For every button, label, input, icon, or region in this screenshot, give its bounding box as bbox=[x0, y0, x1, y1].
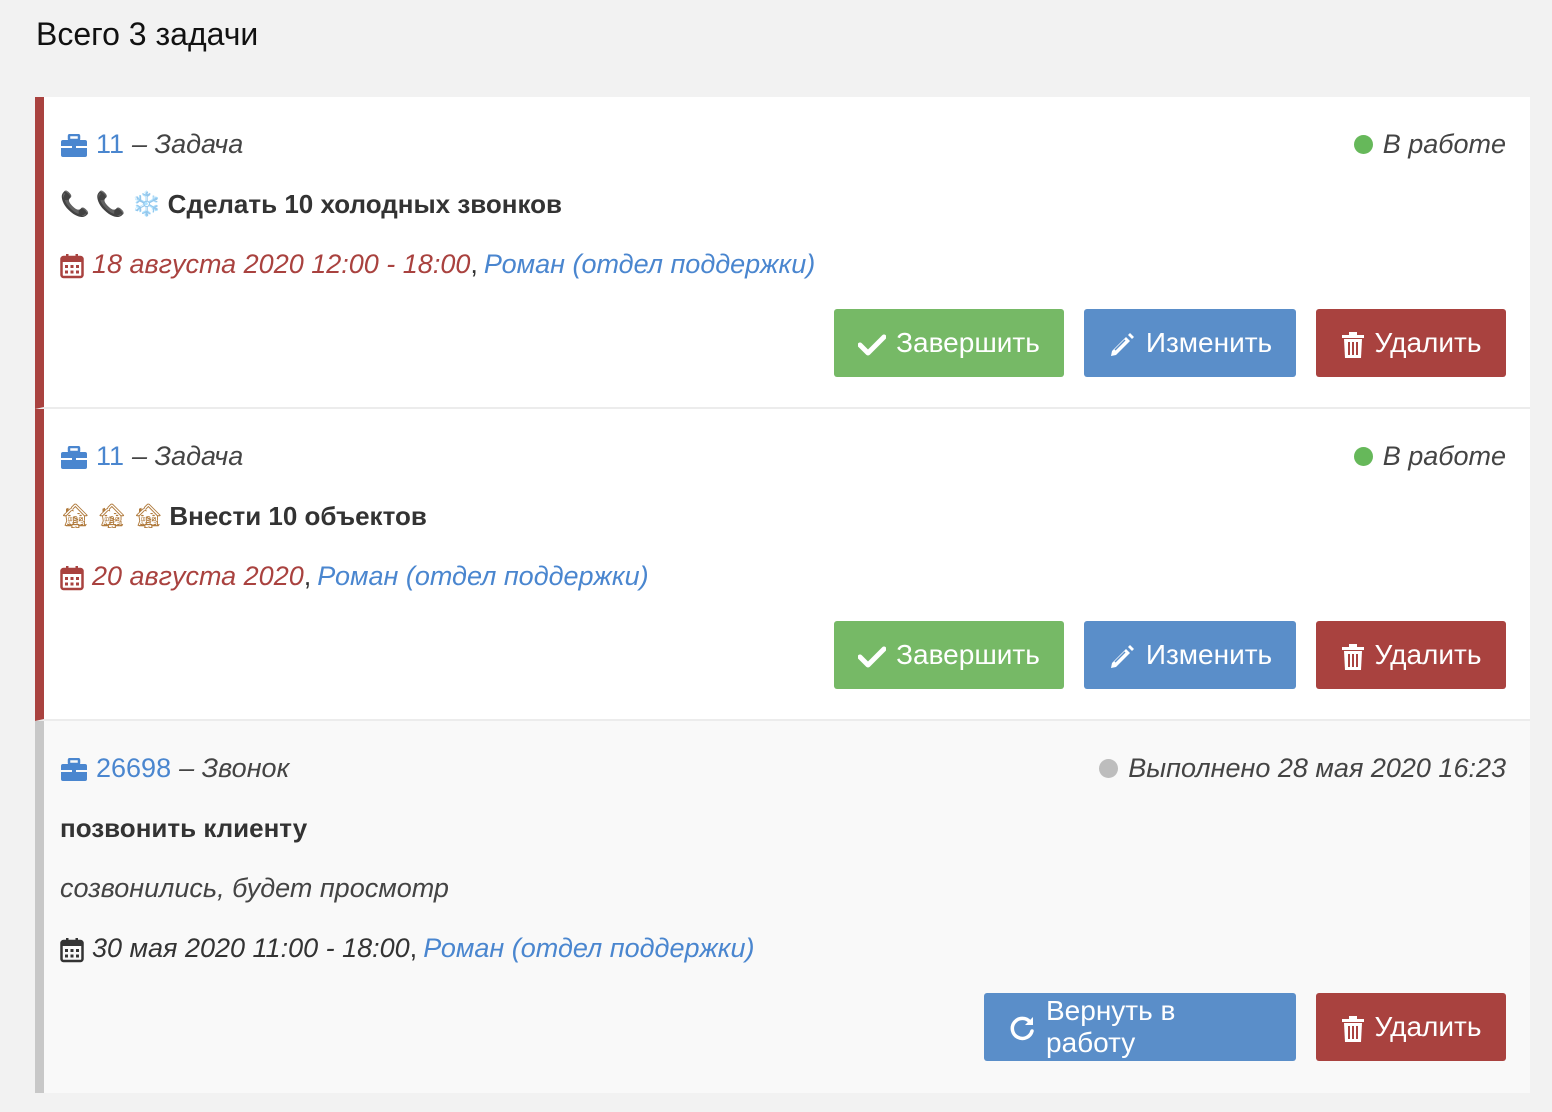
task-card: 11 – Задача В работе 📞 📞 ❄️ Сделать 10 х… bbox=[35, 97, 1530, 409]
task-meta-row: 20 августа 2020 , Роман (отдел поддержки… bbox=[60, 558, 1506, 594]
task-header: 11 – Задача В работе bbox=[60, 438, 1506, 474]
refresh-icon bbox=[1008, 1011, 1036, 1043]
delete-button-label: Удалить bbox=[1374, 1011, 1482, 1042]
phone-icon: 📞 bbox=[60, 190, 90, 218]
edit-button[interactable]: Изменить bbox=[1084, 309, 1296, 377]
complete-button[interactable]: Завершить bbox=[834, 309, 1064, 377]
task-meta-row: 18 августа 2020 12:00 - 18:00 , Роман (о… bbox=[60, 246, 1506, 282]
task-date: 30 мая 2020 11:00 - 18:00 bbox=[92, 933, 410, 963]
task-type: – Задача bbox=[132, 129, 244, 159]
trash-icon bbox=[1341, 639, 1365, 671]
task-title-row: 🏚 🏚 🏚 Внести 10 объектов bbox=[60, 498, 1506, 534]
task-header: 26698 – Звонок Выполнено 28 мая 2020 16:… bbox=[60, 750, 1506, 786]
complete-button-label: Завершить bbox=[896, 327, 1040, 358]
reopen-button-label: Вернуть в работу bbox=[1046, 995, 1176, 1058]
task-list: 11 – Задача В работе 📞 📞 ❄️ Сделать 10 х… bbox=[35, 97, 1530, 1093]
edit-button[interactable]: Изменить bbox=[1084, 621, 1296, 689]
status-badge: В работе bbox=[1353, 438, 1506, 474]
task-title-row: позвонить клиенту bbox=[60, 810, 1506, 846]
task-comment-row: созвонились, будет просмотр bbox=[60, 870, 1506, 906]
task-card: 11 – Задача В работе 🏚 🏚 🏚 Внести 10 объ… bbox=[35, 409, 1530, 721]
trash-icon bbox=[1341, 1011, 1365, 1043]
task-card: 26698 – Звонок Выполнено 28 мая 2020 16:… bbox=[35, 721, 1530, 1093]
task-date: 20 августа 2020 bbox=[92, 561, 304, 591]
pencil-icon bbox=[1108, 327, 1136, 359]
task-meta-row: 30 мая 2020 11:00 - 18:00 , Роман (отдел… bbox=[60, 930, 1506, 966]
calendar-icon bbox=[60, 246, 84, 282]
task-title-row: 📞 📞 ❄️ Сделать 10 холодных звонков bbox=[60, 186, 1506, 222]
check-icon bbox=[858, 639, 887, 671]
phone-icon: 📞 bbox=[95, 190, 126, 218]
edit-button-label: Изменить bbox=[1145, 327, 1273, 358]
calendar-icon bbox=[60, 558, 84, 594]
briefcase-icon bbox=[60, 126, 88, 162]
task-id-link[interactable]: 11 bbox=[96, 126, 124, 162]
task-title: позвонить клиенту bbox=[60, 813, 308, 843]
task-title: Сделать 10 холодных звонков bbox=[167, 189, 563, 219]
assignee-link[interactable]: Роман (отдел поддержки) bbox=[423, 930, 754, 966]
briefcase-icon bbox=[60, 438, 88, 474]
status-text: Выполнено 28 мая 2020 16:23 bbox=[1128, 753, 1506, 783]
separator: , bbox=[470, 249, 478, 279]
status-dot-icon bbox=[1099, 758, 1119, 778]
task-title: Внести 10 объектов bbox=[169, 501, 427, 531]
house-icon: 🏚 bbox=[60, 502, 91, 530]
page-title: Всего 3 задачи bbox=[36, 16, 259, 52]
status-badge: Выполнено 28 мая 2020 16:23 bbox=[1099, 750, 1506, 786]
separator: , bbox=[409, 933, 418, 963]
pencil-icon bbox=[1108, 639, 1136, 671]
task-type: – Задача bbox=[132, 441, 244, 471]
status-text: В работе bbox=[1382, 441, 1506, 471]
house-icon: 🏚 bbox=[132, 502, 164, 530]
delete-button[interactable]: Удалить bbox=[1316, 309, 1506, 377]
complete-button[interactable]: Завершить bbox=[834, 621, 1064, 689]
trash-icon bbox=[1341, 327, 1365, 359]
separator: , bbox=[303, 561, 312, 591]
task-header: 11 – Задача В работе bbox=[60, 126, 1506, 162]
house-icon: 🏚 bbox=[96, 502, 127, 530]
task-actions: Завершить Изменить Удалить bbox=[834, 621, 1506, 689]
task-id-link[interactable]: 11 bbox=[96, 438, 124, 474]
status-dot-icon bbox=[1353, 446, 1373, 466]
snowflake-icon: ❄️ bbox=[131, 190, 162, 218]
edit-button-label: Изменить bbox=[1145, 639, 1273, 670]
status-dot-icon bbox=[1353, 134, 1373, 154]
task-actions: Завершить Изменить Удалить bbox=[834, 309, 1506, 377]
reopen-button[interactable]: Вернуть в работу bbox=[984, 993, 1296, 1061]
check-icon bbox=[858, 327, 887, 359]
status-badge: В работе bbox=[1353, 126, 1506, 162]
complete-button-label: Завершить bbox=[896, 639, 1040, 670]
task-actions: Вернуть в работу Удалить bbox=[984, 993, 1506, 1061]
briefcase-icon bbox=[60, 750, 88, 786]
calendar-icon bbox=[60, 930, 84, 966]
task-id-link[interactable]: 26698 bbox=[96, 750, 171, 786]
task-date: 18 августа 2020 12:00 - 18:00 bbox=[92, 249, 471, 279]
assignee-link[interactable]: Роман (отдел поддержки) bbox=[484, 246, 815, 282]
task-comment: созвонились, будет просмотр bbox=[60, 873, 449, 903]
delete-button[interactable]: Удалить bbox=[1316, 993, 1506, 1061]
status-text: В работе bbox=[1382, 129, 1506, 159]
delete-button-label: Удалить bbox=[1374, 639, 1482, 670]
delete-button-label: Удалить bbox=[1374, 327, 1482, 358]
assignee-link[interactable]: Роман (отдел поддержки) bbox=[317, 558, 648, 594]
task-type: – Звонок bbox=[179, 753, 290, 783]
delete-button[interactable]: Удалить bbox=[1316, 621, 1506, 689]
